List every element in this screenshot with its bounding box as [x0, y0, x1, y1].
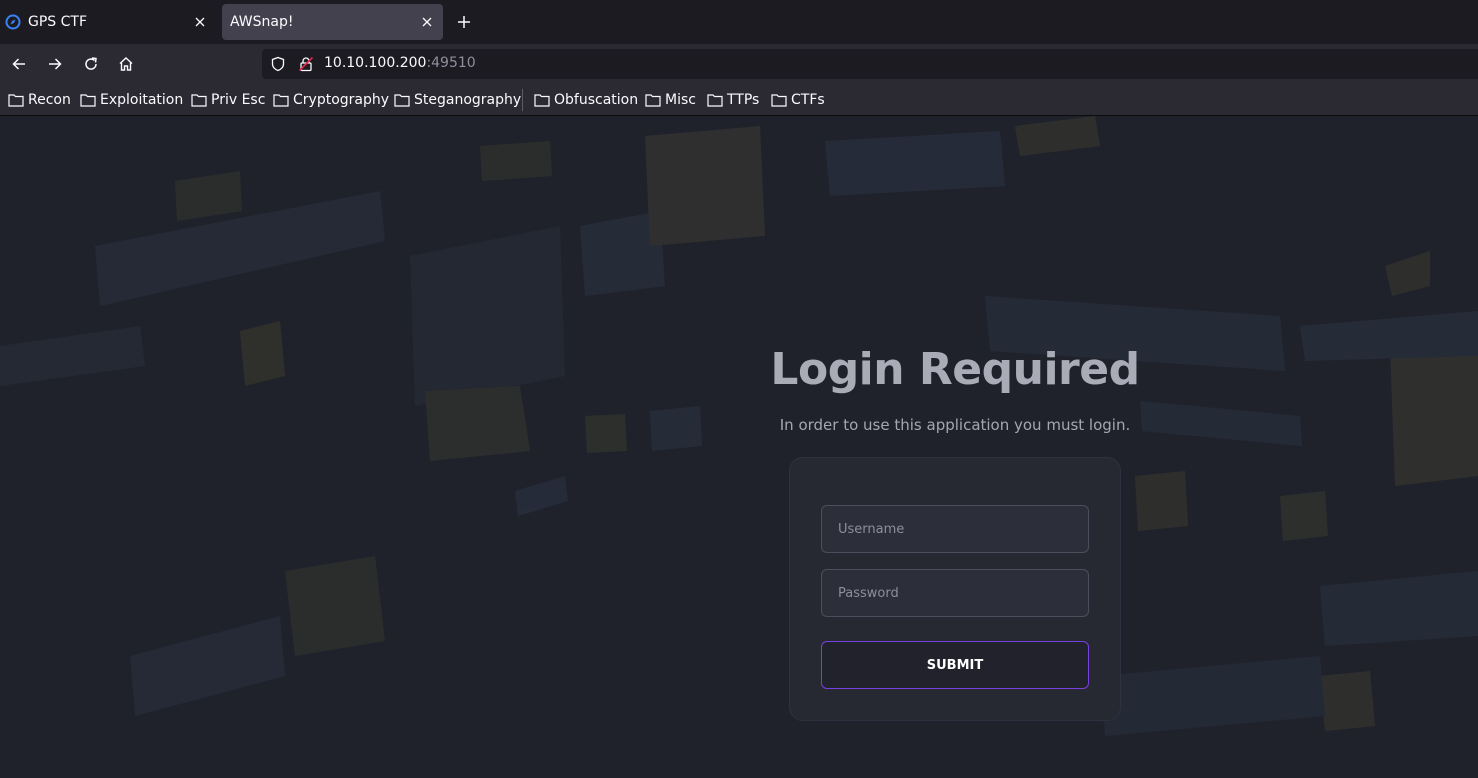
tab-title: AWSnap!	[230, 14, 294, 30]
navigation-toolbar: 10.10.100.200:49510	[0, 44, 1478, 84]
bookmark-label: Obfuscation	[554, 92, 639, 108]
close-icon[interactable]	[192, 14, 208, 30]
bookmark-folder-steganography[interactable]: Steganography	[394, 91, 521, 109]
password-input[interactable]	[821, 569, 1089, 617]
back-button[interactable]	[7, 52, 31, 76]
close-icon[interactable]	[419, 14, 435, 30]
bookmark-label: Priv Esc	[211, 92, 266, 108]
tab-gps-ctf[interactable]: GPS CTF	[0, 4, 216, 40]
folder-icon	[645, 94, 661, 107]
bookmark-label: Steganography	[414, 92, 522, 108]
tab-awsnap[interactable]: AWSnap!	[222, 4, 443, 40]
arrow-right-icon	[49, 58, 62, 70]
bookmark-folder-obfuscation[interactable]: Obfuscation	[534, 91, 638, 109]
reload-icon	[85, 57, 97, 70]
bookmark-label: TTPs	[727, 92, 760, 108]
url-host: 10.10.100.200	[324, 55, 427, 71]
bookmark-label: CTFs	[791, 92, 825, 108]
folder-icon	[707, 94, 723, 107]
bookmarks-toolbar: Recon Exploitation Priv Esc Cryptography…	[0, 84, 1478, 116]
home-button[interactable]	[114, 52, 138, 76]
address-bar[interactable]: 10.10.100.200:49510	[262, 49, 1478, 79]
arrow-left-icon	[12, 58, 25, 70]
bookmark-folder-ttps[interactable]: TTPs	[707, 91, 759, 109]
page-subtitle: In order to use this application you mus…	[779, 416, 1131, 434]
bookmark-folder-recon[interactable]: Recon	[8, 91, 71, 109]
url-port: :49510	[426, 55, 476, 71]
bookmark-label: Cryptography	[293, 92, 390, 108]
url-text[interactable]: 10.10.100.200:49510	[324, 55, 476, 71]
plus-icon	[458, 16, 470, 28]
folder-icon	[8, 94, 24, 107]
submit-button[interactable]: SUBMIT	[821, 641, 1089, 689]
bookmark-folder-cryptography[interactable]: Cryptography	[273, 91, 389, 109]
page-viewport: Login Required In order to use this appl…	[0, 116, 1478, 778]
insecure-lock-icon[interactable]	[298, 56, 314, 72]
folder-icon	[771, 94, 787, 107]
bookmark-label: Misc	[665, 92, 696, 108]
background-cubes-image	[0, 116, 1478, 736]
forward-button[interactable]	[43, 52, 67, 76]
bookmark-folder-priv-esc[interactable]: Priv Esc	[191, 91, 265, 109]
folder-icon	[191, 94, 207, 107]
compass-icon	[5, 14, 21, 30]
shield-icon[interactable]	[270, 56, 286, 72]
login-card: SUBMIT	[789, 457, 1121, 721]
folder-icon	[273, 94, 289, 107]
folder-icon	[80, 94, 96, 107]
page-title: Login Required	[770, 344, 1140, 395]
new-tab-button[interactable]	[454, 12, 474, 32]
bookmark-folder-ctfs[interactable]: CTFs	[771, 91, 825, 109]
bookmark-folder-exploitation[interactable]: Exploitation	[80, 91, 183, 109]
bookmark-separator	[522, 89, 523, 111]
username-input[interactable]	[821, 505, 1089, 553]
bookmark-label: Recon	[28, 92, 71, 108]
reload-button[interactable]	[79, 52, 103, 76]
folder-icon	[534, 94, 550, 107]
bookmark-folder-misc[interactable]: Misc	[645, 91, 696, 109]
tab-title: GPS CTF	[28, 14, 88, 30]
home-icon	[119, 57, 133, 71]
tab-strip: GPS CTF AWSnap!	[0, 0, 1478, 44]
bookmark-label: Exploitation	[100, 92, 184, 108]
folder-icon	[394, 94, 410, 107]
